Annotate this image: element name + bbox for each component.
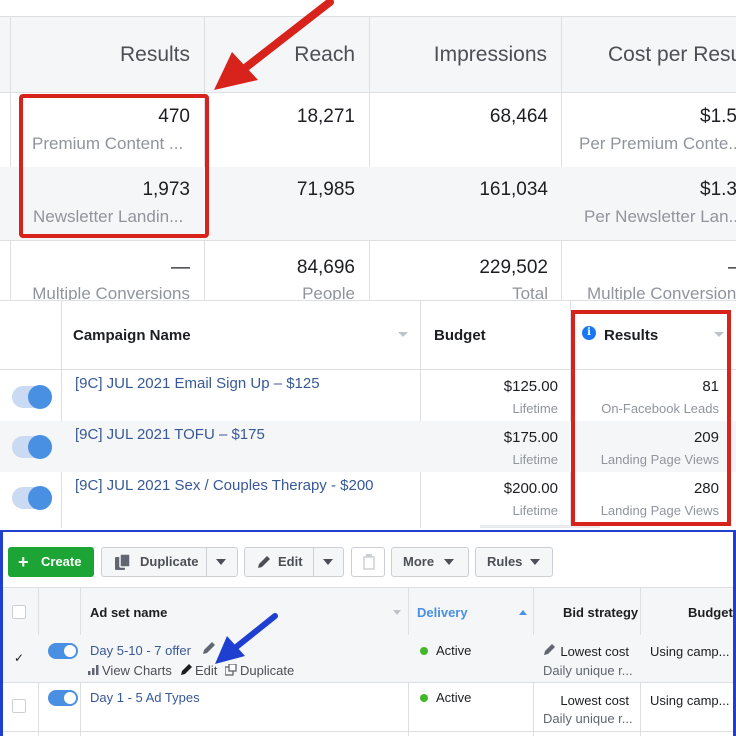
- campaign-name-link[interactable]: [9C] JUL 2021 TOFU – $175: [75, 426, 265, 443]
- results-table-panel: Results Reach Impressions Cost per Resu …: [0, 0, 736, 300]
- campaign-toggle[interactable]: [12, 486, 52, 510]
- budget-value: $200.00: [503, 480, 558, 497]
- header-budget[interactable]: Budget: [434, 301, 486, 370]
- budget-value: $125.00: [503, 378, 558, 395]
- header-campaign-name[interactable]: Campaign Name: [73, 301, 191, 370]
- campaign-toggle[interactable]: [12, 385, 52, 409]
- campaign-name-link[interactable]: [9C] JUL 2021 Email Sign Up – $125: [75, 375, 320, 392]
- results-highlight-box: [571, 310, 731, 526]
- budget-type: Lifetime: [512, 452, 558, 467]
- blue-arrow-icon: [215, 613, 278, 664]
- budget-type: Lifetime: [512, 401, 558, 416]
- campaign-name-link[interactable]: [9C] JUL 2021 Sex / Couples Therapy - $2…: [75, 477, 374, 494]
- budget-type: Lifetime: [512, 503, 558, 518]
- budget-value: $175.00: [503, 429, 558, 446]
- campaign-toggle[interactable]: [12, 435, 52, 459]
- ad-set-table-panel: + Create Duplicate Edit More Rules Ad se…: [0, 530, 736, 736]
- campaign-table-panel: Campaign Name Budget i Results [9C] JUL …: [0, 300, 736, 528]
- sort-caret-icon[interactable]: [398, 332, 408, 337]
- red-arrow-icon: [214, 0, 334, 90]
